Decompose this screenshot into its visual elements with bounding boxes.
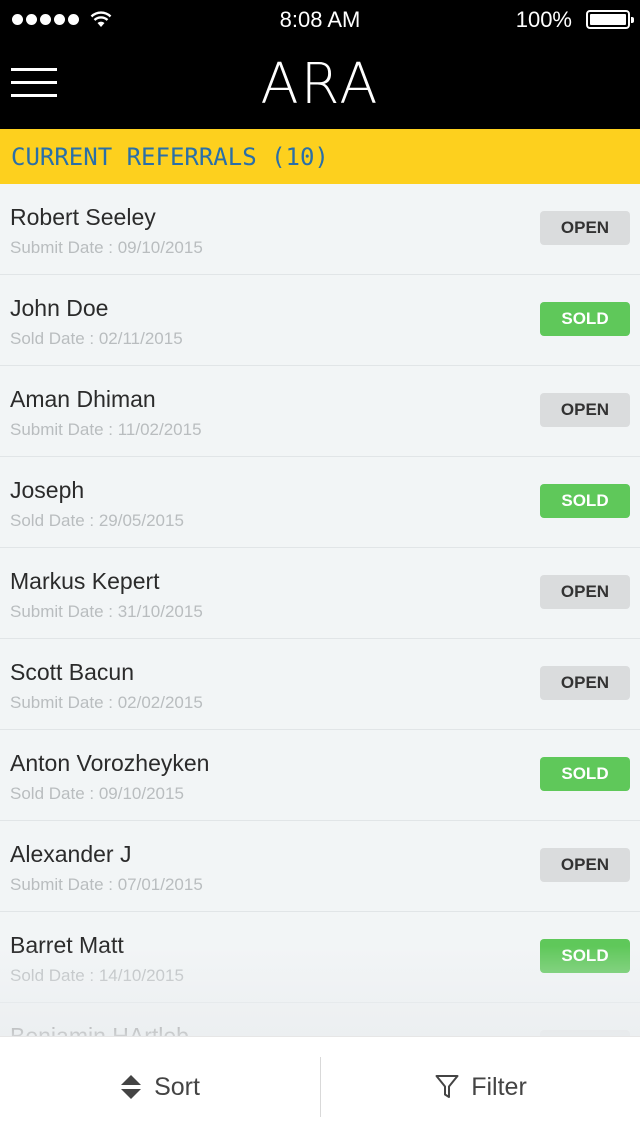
- filter-label: Filter: [471, 1072, 527, 1101]
- sort-updown-icon: [121, 1075, 142, 1099]
- referral-date: Sold Date : 14/10/2015: [10, 966, 184, 985]
- referral-row[interactable]: Robert Seeley Submit Date : 09/10/2015 O…: [0, 184, 640, 275]
- referral-name: Markus Kepert: [10, 568, 160, 594]
- filter-button[interactable]: Filter: [321, 1037, 640, 1137]
- referral-date: Submit Date : 31/10/2015: [10, 602, 203, 621]
- referral-row[interactable]: Benjamin HArtleb: [0, 1003, 640, 1036]
- status-badge: OPEN: [540, 393, 630, 427]
- battery-icon: [586, 10, 634, 29]
- referral-name: Aman Dhiman: [10, 386, 156, 412]
- section-header: CURRENT REFERRALS (10): [0, 129, 640, 184]
- sort-label: Sort: [154, 1072, 200, 1101]
- status-badge: SOLD: [540, 484, 630, 518]
- status-badge: SOLD: [540, 302, 630, 336]
- referral-list[interactable]: Robert Seeley Submit Date : 09/10/2015 O…: [0, 184, 640, 1036]
- referral-row[interactable]: John Doe Sold Date : 02/11/2015 SOLD: [0, 275, 640, 366]
- funnel-icon: [435, 1075, 459, 1098]
- referral-name: Alexander J: [10, 841, 132, 867]
- referral-row[interactable]: Anton Vorozheyken Sold Date : 09/10/2015…: [0, 730, 640, 821]
- section-title: CURRENT REFERRALS (10): [11, 143, 329, 171]
- referral-date: Sold Date : 02/11/2015: [10, 329, 183, 348]
- referral-date: Sold Date : 29/05/2015: [10, 511, 184, 530]
- app-logo: ARA: [260, 52, 380, 117]
- status-bar: 8:08 AM 100%: [0, 0, 640, 40]
- referral-row[interactable]: Joseph Sold Date : 29/05/2015 SOLD: [0, 457, 640, 548]
- status-badge: OPEN: [540, 666, 630, 700]
- referral-date: Submit Date : 11/02/2015: [10, 420, 202, 439]
- status-badge: OPEN: [540, 575, 630, 609]
- referral-row[interactable]: Aman Dhiman Submit Date : 11/02/2015 OPE…: [0, 366, 640, 457]
- battery-percent: 100%: [515, 7, 572, 32]
- referral-name: Scott Bacun: [10, 659, 135, 685]
- referral-date: Submit Date : 02/02/2015: [10, 693, 203, 712]
- bottom-toolbar: Sort Filter: [0, 1036, 640, 1137]
- referral-date: Submit Date : 07/01/2015: [10, 875, 203, 894]
- status-badge: SOLD: [540, 757, 630, 791]
- referral-date: Submit Date : 09/10/2015: [10, 238, 203, 257]
- referral-name: Benjamin HArtleb: [10, 1023, 189, 1036]
- status-badge: OPEN: [540, 848, 630, 882]
- referral-name: Robert Seeley: [10, 204, 156, 230]
- referral-row[interactable]: Markus Kepert Submit Date : 31/10/2015 O…: [0, 548, 640, 639]
- referral-name: Anton Vorozheyken: [10, 750, 210, 776]
- sort-button[interactable]: Sort: [0, 1037, 320, 1137]
- referral-name: Joseph: [10, 477, 85, 503]
- referral-name: John Doe: [10, 295, 109, 321]
- status-badge: SOLD: [540, 939, 630, 973]
- status-badge: OPEN: [540, 211, 630, 245]
- referral-row[interactable]: Scott Bacun Submit Date : 02/02/2015 OPE…: [0, 639, 640, 730]
- referral-row[interactable]: Alexander J Submit Date : 07/01/2015 OPE…: [0, 821, 640, 912]
- nav-bar: ARA: [0, 40, 640, 129]
- referral-date: Sold Date : 09/10/2015: [10, 784, 184, 803]
- referral-name: Barret Matt: [10, 932, 124, 958]
- referral-row[interactable]: Barret Matt Sold Date : 14/10/2015 SOLD: [0, 912, 640, 1003]
